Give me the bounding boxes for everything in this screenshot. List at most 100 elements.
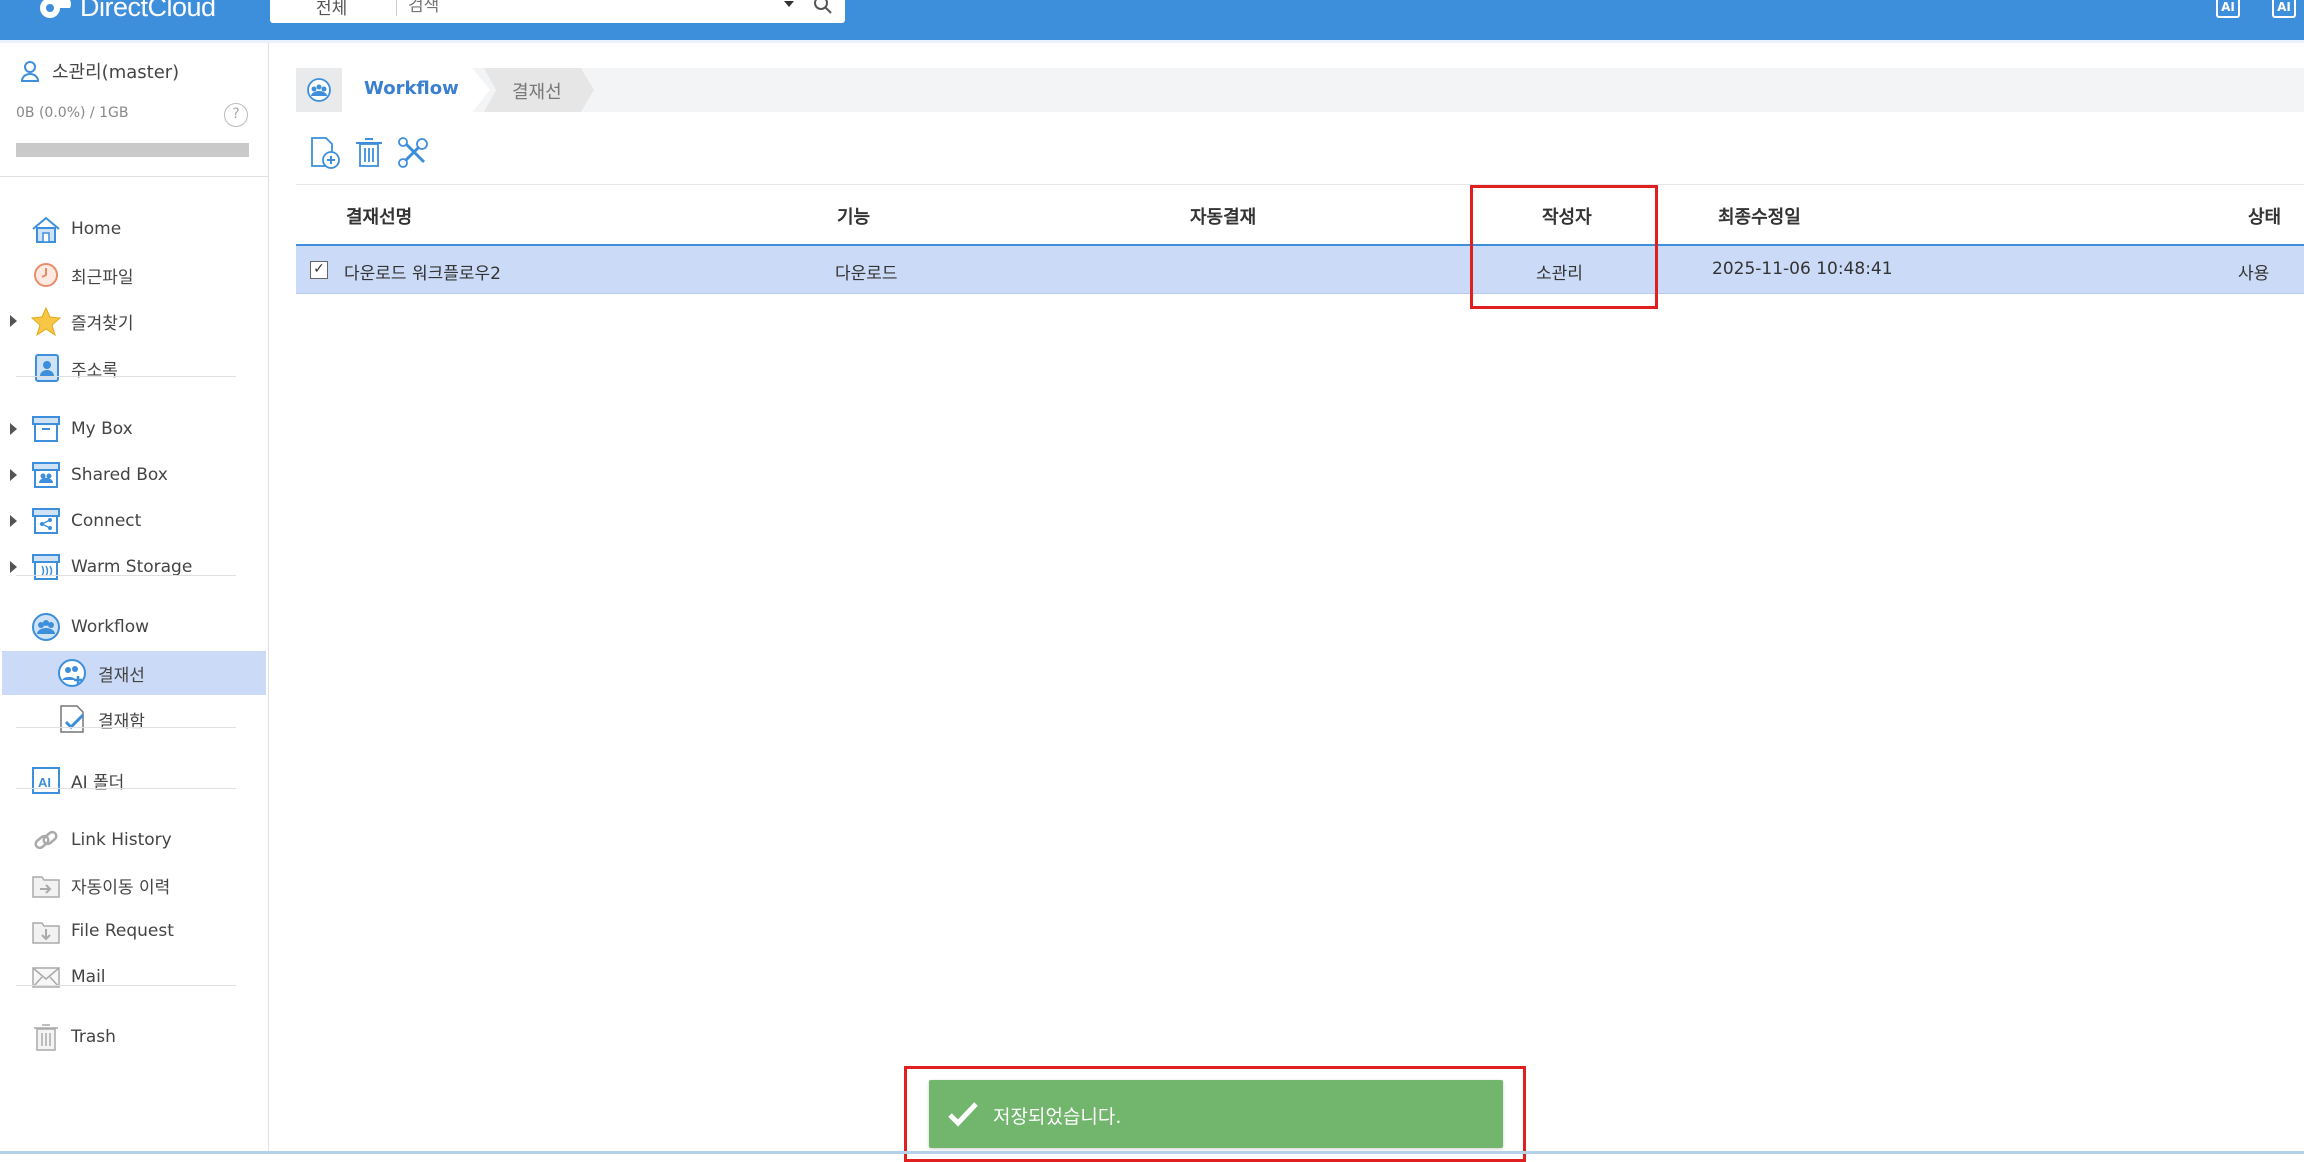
search-divider: [396, 0, 397, 16]
user-icon: [20, 61, 40, 82]
sidebar-divider: [16, 985, 236, 986]
add-document-icon[interactable]: [308, 136, 342, 170]
breadcrumb-workflow[interactable]: Workflow: [342, 68, 490, 112]
ai-translate-icon[interactable]: AI: [2272, 0, 2296, 18]
sidebar-item-label: Connect: [71, 511, 142, 531]
cloud-logo-icon: [40, 0, 72, 18]
storage-quota-text: 0B (0.0%) / 1GB: [16, 105, 129, 121]
sidebar-item-label: Trash: [71, 1027, 116, 1047]
sidebar-item-approval-box[interactable]: 결재함: [2, 697, 266, 741]
sidebar-item-warm-storage[interactable]: Warm Storage: [0, 545, 264, 589]
sidebar-item-trash[interactable]: Trash: [0, 1015, 264, 1059]
ai-folder-icon: AI: [32, 767, 60, 794]
workflow-icon: [32, 613, 60, 641]
expand-arrow-icon[interactable]: [10, 469, 17, 481]
cell-name: 다운로드 워크플로우2: [344, 264, 501, 284]
search-icon[interactable]: [812, 0, 834, 16]
column-header-status[interactable]: 상태: [2248, 203, 2281, 229]
breadcrumb-current-label: 결재선: [512, 82, 562, 103]
search-box: 전체: [270, 0, 845, 23]
expand-arrow-icon[interactable]: [10, 423, 17, 435]
help-icon[interactable]: ?: [224, 103, 248, 127]
search-input[interactable]: [408, 0, 788, 18]
sidebar-item-recent[interactable]: 최근파일: [0, 253, 264, 297]
sidebar-item-connect[interactable]: Connect: [0, 499, 264, 543]
home-icon: [32, 216, 60, 243]
highlight-author-column: [1470, 185, 1658, 309]
cell-status: 사용: [2238, 264, 2270, 284]
column-header-auto-approval[interactable]: 자동결재: [1190, 203, 1256, 229]
ai-icon[interactable]: AI: [2216, 0, 2240, 18]
sidebar-item-label: Warm Storage: [71, 557, 193, 577]
sidebar-item-link-history[interactable]: Link History: [0, 818, 264, 862]
sidebar-item-mail[interactable]: Mail: [0, 955, 264, 999]
cell-modified: 2025-11-06 10:48:41: [1712, 259, 1893, 279]
auto-move-icon: [32, 876, 60, 898]
breadcrumb-root-label: Workflow: [364, 78, 459, 99]
user-name: 소관리(master): [52, 62, 180, 83]
table-header: 결재선명 기능 자동결재 작성자 최종수정일 상태: [296, 184, 2304, 246]
sidebar-divider: [16, 727, 236, 728]
mail-icon: [32, 967, 60, 988]
sidebar-item-label: File Request: [71, 921, 174, 941]
expand-arrow-icon[interactable]: [10, 561, 17, 573]
row-checkbox[interactable]: ✓: [310, 261, 328, 279]
connect-icon: [32, 508, 60, 534]
breadcrumb-current: 결재선: [484, 68, 594, 112]
column-header-function[interactable]: 기능: [837, 203, 870, 229]
breadcrumb: Workflow 결재선: [296, 68, 2304, 112]
top-bar-divider: [0, 40, 2304, 43]
approval-line-table: 결재선명 기능 자동결재 작성자 최종수정일 상태 ✓ 다운로드 워크플로우2 …: [296, 184, 2304, 294]
sidebar-item-label: 최근파일: [71, 267, 134, 288]
star-icon: [30, 306, 62, 336]
sidebar-item-ai-folder[interactable]: AI AI 폴더: [0, 758, 264, 802]
sidebar-divider: [16, 376, 236, 377]
file-request-icon: [32, 922, 60, 944]
sidebar-divider: [16, 575, 236, 576]
sidebar-item-label: My Box: [71, 419, 133, 439]
sidebar-item-file-request[interactable]: File Request: [0, 909, 264, 953]
warm-storage-icon: [32, 554, 60, 580]
user-info[interactable]: 소관리(master): [20, 58, 179, 84]
chevron-down-icon[interactable]: [782, 0, 796, 10]
toast-message: 저장되었습니다.: [993, 1106, 1122, 1128]
table-row[interactable]: ✓ 다운로드 워크플로우2 다운로드 소관리 2025-11-06 10:48:…: [296, 246, 2304, 294]
clock-icon: [34, 263, 58, 287]
sidebar-item-address-book[interactable]: 주소록: [0, 346, 264, 390]
contact-icon: [35, 354, 59, 382]
storage-quota-bar: [16, 143, 249, 157]
cell-function: 다운로드: [835, 264, 898, 284]
delete-icon[interactable]: [352, 136, 386, 170]
brand-logo[interactable]: DirectCloud: [38, 0, 216, 22]
expand-arrow-icon[interactable]: [10, 515, 17, 527]
sidebar-item-home[interactable]: Home: [0, 207, 264, 251]
sidebar-item-label: Link History: [71, 830, 172, 850]
sidebar: 소관리(master) 0B (0.0%) / 1GB ? Home 최근파일 …: [0, 43, 269, 1153]
sidebar-item-my-box[interactable]: My Box: [0, 407, 264, 451]
workflow-icon: [307, 78, 331, 102]
sidebar-item-label: 자동이동 이력: [71, 877, 171, 898]
sidebar-item-workflow[interactable]: Workflow: [0, 605, 264, 649]
sidebar-item-label: Shared Box: [71, 465, 168, 485]
bottom-divider: [0, 1151, 2304, 1154]
expand-arrow-icon[interactable]: [10, 315, 17, 327]
sidebar-item-shared-box[interactable]: Shared Box: [0, 453, 264, 497]
approval-box-icon: [60, 705, 85, 733]
top-bar: DirectCloud 전체 AI AI: [0, 0, 2304, 40]
column-header-name[interactable]: 결재선명: [346, 203, 412, 229]
breadcrumb-icon-cell: [296, 68, 342, 112]
search-scope-select[interactable]: 전체: [316, 0, 347, 19]
sidebar-item-label: 결재선: [98, 665, 145, 686]
sidebar-divider: [0, 176, 268, 177]
tools-icon[interactable]: [396, 136, 430, 170]
box-icon: [32, 416, 60, 442]
sidebar-item-label: 즐겨찾기: [71, 313, 134, 334]
sidebar-item-approval-line[interactable]: 결재선: [2, 651, 266, 695]
sidebar-item-favorites[interactable]: 즐겨찾기: [0, 299, 264, 343]
column-header-modified[interactable]: 최종수정일: [1718, 203, 1801, 229]
checkmark-icon: [948, 1102, 978, 1127]
brand-name: DirectCloud: [80, 0, 216, 22]
shared-box-icon: [32, 462, 60, 488]
sidebar-item-auto-move-history[interactable]: 자동이동 이력: [0, 863, 264, 907]
approval-line-icon: [58, 659, 86, 687]
